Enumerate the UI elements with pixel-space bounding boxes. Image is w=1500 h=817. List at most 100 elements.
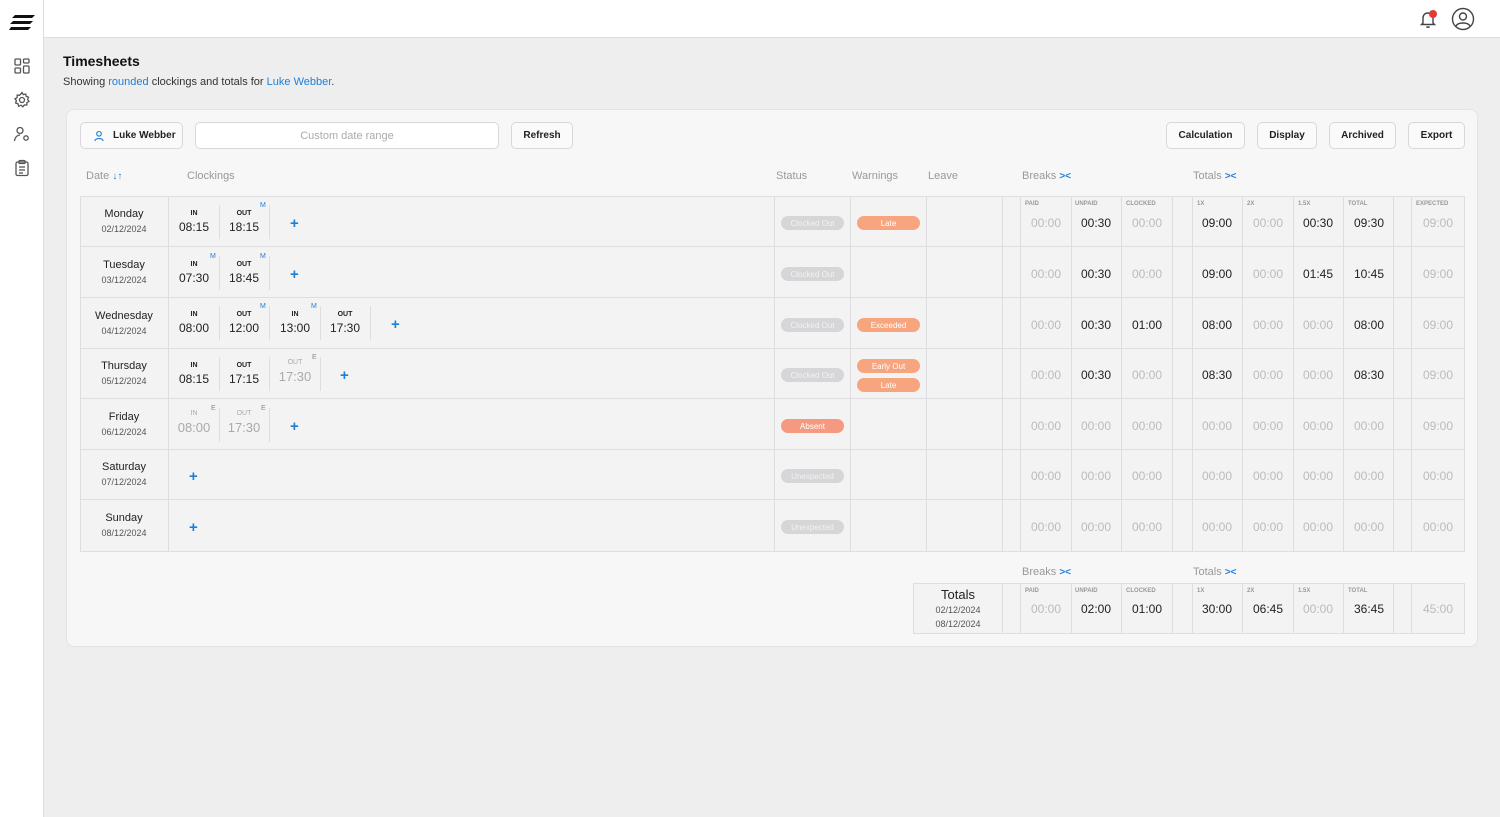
clocking-divider (269, 408, 270, 442)
cell-total: 00:00 (1353, 520, 1385, 534)
cell-total: 00:00 (1353, 469, 1385, 483)
manual-marker: M (210, 253, 216, 260)
add-clocking-button[interactable]: + (189, 468, 198, 485)
cell-expected: 09:00 (1422, 267, 1454, 281)
rounded-link[interactable]: rounded (108, 76, 148, 88)
collapse-icon[interactable]: >< (1059, 567, 1071, 578)
summary-totals-header: Totals >< (1193, 566, 1237, 578)
collapse-icon[interactable]: >< (1225, 171, 1237, 182)
collapse-icon[interactable]: >< (1059, 171, 1071, 182)
expected-clock-in-entry[interactable]: IN 08:00 (169, 410, 219, 435)
clock-out-entry[interactable]: OUT 17:15 (219, 362, 269, 386)
clock-in-entry[interactable]: IN 08:15 (169, 210, 219, 234)
logo[interactable] (9, 12, 37, 32)
clipboard-icon[interactable] (13, 159, 31, 177)
cell-x2: 00:00 (1252, 318, 1284, 332)
cell-x1: 08:30 (1201, 368, 1233, 382)
clock-out-entry[interactable]: OUT 18:15 (219, 210, 269, 234)
day-cell: Thursday 05/12/2024 (80, 360, 168, 386)
1-5x-subheader: 1.5X (1298, 588, 1311, 594)
add-clocking-button[interactable]: + (340, 367, 349, 384)
cell-expected: 09:00 (1422, 216, 1454, 230)
warning-badge: Early Out (857, 359, 920, 373)
summary-total: 36:45 (1353, 602, 1385, 616)
employee-name: Luke Webber (113, 130, 176, 141)
date-range-input[interactable]: Custom date range (195, 122, 499, 149)
clock-out-label: OUT (236, 210, 252, 217)
manual-marker: M (260, 202, 266, 209)
clock-in-label: IN (190, 210, 198, 217)
cell-clocked: 00:00 (1131, 368, 1163, 382)
column-divider (1002, 196, 1003, 552)
paid-subheader: PAID (1025, 201, 1039, 207)
expected-clock-out-entry[interactable]: OUT 17:30 (219, 410, 269, 435)
display-button[interactable]: Display (1257, 122, 1317, 149)
add-clocking-button[interactable]: + (189, 519, 198, 536)
add-clocking-button[interactable]: + (290, 418, 299, 435)
status-badge: Clocked Out (781, 318, 844, 332)
status-badge: Unexpected (781, 469, 844, 483)
clocking-divider (269, 205, 270, 239)
employee-link[interactable]: Luke Webber (267, 76, 332, 88)
subtitle-text: Showing (63, 76, 109, 88)
cell-x1: 08:00 (1201, 318, 1233, 332)
clock-in-label: IN (190, 261, 198, 268)
day-cell: Tuesday 03/12/2024 (80, 259, 168, 285)
2x-subheader: 2X (1247, 201, 1255, 207)
clocking-divider (370, 306, 371, 340)
cell-total: 08:30 (1353, 368, 1385, 382)
clock-in-entry[interactable]: IN 08:00 (169, 311, 219, 335)
cell-expected: 00:00 (1422, 469, 1454, 483)
cell-unpaid: 00:30 (1080, 267, 1112, 281)
1x-subheader: 1X (1197, 201, 1205, 207)
add-clocking-button[interactable]: + (290, 266, 299, 283)
refresh-button[interactable]: Refresh (511, 122, 573, 149)
clock-in-entry[interactable]: IN 08:15 (169, 362, 219, 386)
page-title: Timesheets (63, 53, 140, 69)
summary-unpaid: 02:00 (1080, 602, 1112, 616)
summary-label: Totals (941, 587, 975, 602)
add-clocking-button[interactable]: + (391, 316, 400, 333)
calculation-button[interactable]: Calculation (1166, 122, 1245, 149)
clockings-column-header: Clockings (187, 170, 235, 182)
clock-in-entry[interactable]: IN 07:30 (169, 261, 219, 285)
expected-clock-out-entry[interactable]: OUT 17:30 (270, 359, 320, 384)
cell-x1: 09:00 (1201, 267, 1233, 281)
status-badge: Clocked Out (781, 216, 844, 230)
archived-button[interactable]: Archived (1329, 122, 1396, 149)
export-button[interactable]: Export (1408, 122, 1465, 149)
collapse-icon[interactable]: >< (1225, 567, 1237, 578)
gear-icon[interactable] (13, 91, 31, 109)
cell-x15: 00:00 (1302, 520, 1334, 534)
clock-out-entry[interactable]: OUT 17:30 (320, 311, 370, 335)
user-settings-icon[interactable] (13, 125, 31, 143)
summary-paid: 00:00 (1030, 602, 1062, 616)
employee-selector-button[interactable]: Luke Webber (80, 122, 183, 149)
summary-breaks-header: Breaks >< (1022, 566, 1071, 578)
subtitle-text: clockings and totals for (148, 76, 267, 88)
day-cell: Saturday 07/12/2024 (80, 461, 168, 487)
cell-expected: 09:00 (1422, 419, 1454, 433)
user-avatar-icon[interactable] (1451, 7, 1475, 31)
summary-expected: 45:00 (1422, 602, 1454, 616)
date-column-header[interactable]: Date ↓↑ (86, 170, 122, 182)
clock-out-entry[interactable]: OUT 18:45 (219, 261, 269, 285)
add-clocking-button[interactable]: + (290, 215, 299, 232)
summary-2x: 06:45 (1252, 602, 1284, 616)
sort-arrows-icon[interactable]: ↓↑ (112, 171, 122, 182)
expected-marker: E (312, 354, 317, 361)
clock-in-entry[interactable]: IN 13:00 (270, 311, 320, 335)
cell-x1: 00:00 (1201, 419, 1233, 433)
dashboard-icon[interactable] (13, 57, 31, 75)
clock-out-entry[interactable]: OUT 12:00 (219, 311, 269, 335)
cell-paid: 00:00 (1030, 469, 1062, 483)
clock-time: 08:00 (178, 321, 210, 335)
cell-total: 08:00 (1353, 318, 1385, 332)
cell-unpaid: 00:30 (1080, 368, 1112, 382)
cell-x1: 00:00 (1201, 520, 1233, 534)
1x-subheader: 1X (1197, 588, 1205, 594)
cell-x1: 09:00 (1201, 216, 1233, 230)
cell-unpaid: 00:30 (1080, 216, 1112, 230)
1-5x-subheader: 1.5X (1298, 201, 1311, 207)
cell-x2: 00:00 (1252, 267, 1284, 281)
